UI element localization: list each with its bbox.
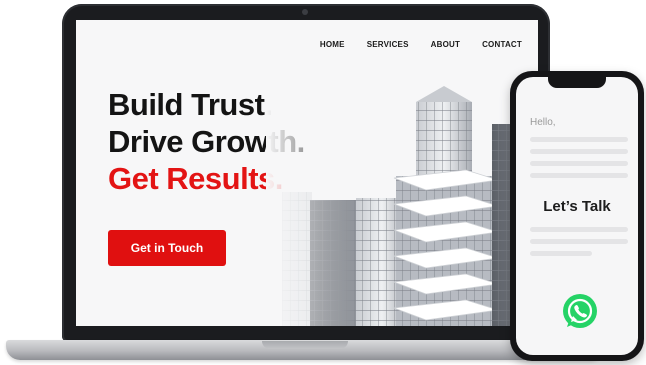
nav-services-link[interactable]: SERVICES <box>367 40 409 49</box>
phone-notch <box>548 76 606 88</box>
nav-home-link[interactable]: HOME <box>320 40 345 49</box>
nav-contact-link[interactable]: CONTACT <box>482 40 522 49</box>
phone-greeting: Hello, <box>530 117 556 128</box>
device-mockup-scene: HOME SERVICES ABOUT CONTACT Build Trust.… <box>0 0 646 365</box>
get-in-touch-button[interactable]: Get in Touch <box>108 230 226 266</box>
top-navigation: HOME SERVICES ABOUT CONTACT <box>320 40 522 49</box>
laptop-opening-notch <box>262 341 348 349</box>
message-placeholder-line <box>530 227 628 232</box>
nav-about-link[interactable]: ABOUT <box>431 40 460 49</box>
message-placeholder-line <box>530 239 628 244</box>
laptop-screen: HOME SERVICES ABOUT CONTACT Build Trust.… <box>76 20 538 326</box>
message-placeholder-line <box>530 251 592 256</box>
message-placeholder-line <box>530 173 628 178</box>
laptop-camera <box>302 9 308 15</box>
phone-title: Let’s Talk <box>543 198 611 215</box>
message-placeholder-line <box>530 161 628 166</box>
message-placeholder-line <box>530 137 628 142</box>
message-placeholder-line <box>530 149 628 154</box>
skyscrapers-illustration <box>266 80 538 326</box>
whatsapp-icon[interactable] <box>561 292 599 330</box>
phone-screen: Hello, Let’s Talk <box>516 77 638 355</box>
